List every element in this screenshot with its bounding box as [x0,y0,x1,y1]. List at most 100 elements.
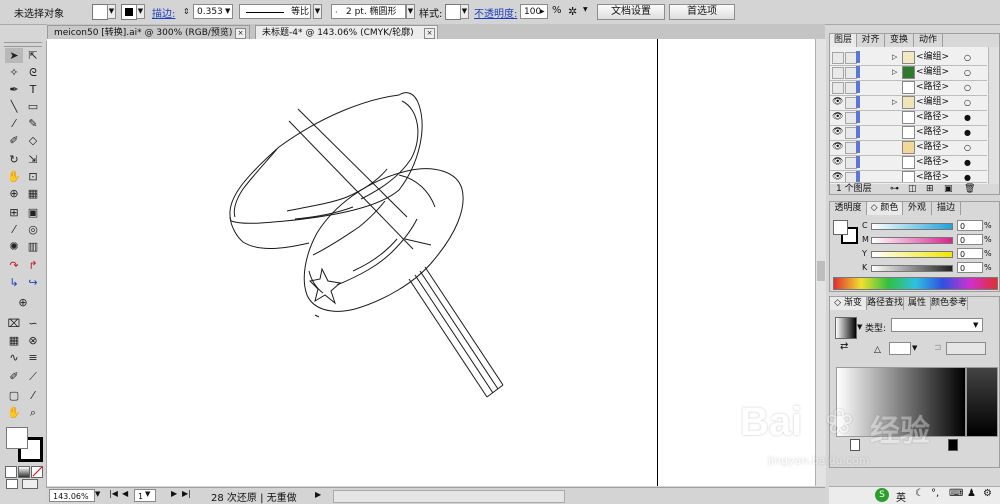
fill-dropdown-arrow[interactable]: ▼ [107,4,116,19]
variable-width-profile[interactable]: 等比 [239,4,311,19]
visibility-toggle[interactable] [832,52,844,64]
type-tool-icon[interactable]: T [24,82,42,97]
rectangle-tool-icon[interactable]: ▭ [24,99,42,114]
close-icon[interactable]: × [235,28,246,39]
blob-brush-icon[interactable]: ✐ [5,133,23,148]
layer-row[interactable]: 👁 <路径> ● [830,155,987,171]
outline-artwork[interactable] [47,39,825,486]
gradient-slider-end[interactable] [966,367,998,437]
fill-color-box[interactable] [833,220,848,235]
gradient-stop-start[interactable] [850,439,860,451]
layer-row[interactable]: <路径> ○ [830,80,987,96]
gradient-type-select[interactable] [891,318,983,332]
free-transform-icon[interactable]: ⊡ [24,169,42,184]
stroke-dropdown-arrow[interactable]: ▼ [136,4,145,19]
last-page-icon[interactable]: ▶| [182,489,191,498]
channel-slider-track[interactable] [871,223,953,230]
tab-stroke[interactable]: 描边 [932,202,961,215]
measure-tool-icon[interactable]: ⟋ [24,369,42,384]
channel-value[interactable]: 0 [957,262,983,273]
channel-value[interactable]: 0 [957,234,983,245]
target-filled-icon[interactable]: ● [964,170,971,182]
channel-slider-track[interactable] [871,237,953,244]
gradient-preview-swatch[interactable] [835,317,857,339]
list-tool-icon[interactable]: ≡ [24,350,42,365]
hand-icon[interactable]: ✋ [5,405,23,420]
blend-tool-icon[interactable]: ◎ [24,222,42,237]
knife-tool-icon[interactable]: ⁄ [24,388,42,403]
connector-alt-icon[interactable]: ↪ [24,275,42,290]
profile-dropdown-arrow[interactable]: ▼ [313,4,322,19]
prev-page-icon[interactable]: ◀ [122,489,128,498]
tab-transparency[interactable]: 透明度 [830,202,867,215]
none-mode-icon[interactable] [31,466,43,478]
channel-value[interactable]: 0 [957,220,983,231]
channel-y[interactable]: Y 0 % [862,248,998,260]
new-layer-icon[interactable]: ▣ [944,184,953,195]
close-icon[interactable]: × [424,28,435,39]
gradient-mode-icon[interactable] [18,466,30,478]
make-clipping-mask-icon[interactable]: ◫ [908,184,917,195]
lasso-tool-icon[interactable]: ᘓ [24,65,42,80]
chevron-down-icon[interactable]: ▼ [583,6,588,13]
chevron-down-icon[interactable]: ▼ [857,323,862,331]
pen-tool-icon[interactable]: ✒ [5,82,23,97]
stroke-link[interactable]: 描边: [152,5,175,20]
target-circle-icon[interactable]: ○ [964,80,971,95]
brush-dropdown-arrow[interactable]: ▼ [406,4,415,19]
expand-arrow-icon[interactable]: ▷ [892,95,897,110]
tab-appearance[interactable]: 外观 [903,202,932,215]
target-filled-icon[interactable]: ● [964,155,971,170]
opacity-arrow[interactable]: ▶ [540,4,548,19]
target-circle-icon[interactable]: ○ [964,140,971,155]
tab-color[interactable]: ◇ 颜色 [867,202,903,215]
layer-row[interactable]: 👁 <路径> ○ [830,140,987,156]
eraser-tool-icon[interactable]: ◇ [24,133,42,148]
color-mode-icon[interactable] [5,466,17,478]
layers-scrollbar[interactable] [988,47,999,184]
grid-tool-icon[interactable]: ▦ [5,333,23,348]
mesh-tool-icon[interactable]: ⊞ [5,205,23,220]
tab-color-guide[interactable]: 颜色参考 [931,297,968,310]
gradient-slider-preview[interactable] [836,367,966,437]
zoom-tool-icon[interactable]: ⌕ [24,405,42,420]
eyedropper-icon[interactable]: ⁄ [5,222,23,237]
settings-icon[interactable]: ⚙ [983,488,992,499]
document-canvas[interactable] [47,39,825,486]
chevron-down-icon[interactable]: ▼ [95,490,100,498]
layer-row[interactable]: 👁 <路径> ● [830,110,987,126]
tab-actions[interactable]: 动作 [914,34,943,47]
target-circle-icon[interactable]: ○ [964,65,971,80]
eye-icon[interactable]: 👁 [832,95,843,110]
half-moon-icon[interactable]: ☾ [915,488,924,499]
screen-mode-icon[interactable] [22,479,38,489]
tab-layers[interactable]: 图层 [830,34,857,47]
chevron-down-icon[interactable]: ▼ [145,490,150,498]
eye-icon[interactable]: 👁 [832,170,843,182]
expand-arrow-icon[interactable]: ▷ [892,65,897,80]
target-filled-icon[interactable]: ● [964,125,971,140]
channel-m[interactable]: M 0 % [862,234,998,246]
preferences-button[interactable]: 首选项 [669,4,735,20]
gradient-stop-end[interactable] [948,439,958,451]
chevron-down-icon[interactable]: ▼ [225,4,233,19]
document-setup-button[interactable]: 文档设置 [597,4,665,20]
opacity-link[interactable]: 不透明度: [474,5,517,20]
column-graph-icon[interactable]: ▥ [24,239,42,254]
tab-attributes[interactable]: 属性 [904,297,931,310]
eye-icon[interactable]: 👁 [832,155,843,170]
toolbox-grip[interactable] [4,42,42,47]
layer-row[interactable]: ▷ <编组> ○ [830,65,987,81]
eye-icon[interactable]: 👁 [832,140,843,155]
tab-pathfinder[interactable]: 路径查找 [867,297,904,310]
next-page-icon[interactable]: ▶ [171,489,177,498]
trash-icon[interactable]: 🗑 [964,184,975,195]
graphic-style-swatch[interactable] [445,4,461,20]
rotate-tool-icon[interactable]: ↻ [5,152,23,167]
line-tool-icon[interactable]: ╲ [5,99,23,114]
layer-row[interactable]: 👁 <路径> ● [830,125,987,141]
locate-object-icon[interactable]: ⊶ [890,184,899,195]
tab-gradient[interactable]: ◇ 渐变 [830,297,867,310]
punctuation-icon[interactable]: °, [931,488,939,499]
scroll-thumb[interactable] [817,261,825,281]
